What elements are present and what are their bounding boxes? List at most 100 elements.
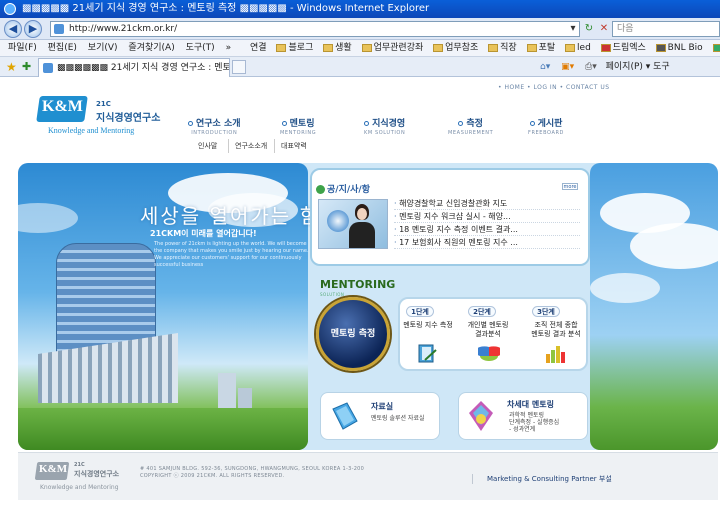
bullet-icon	[529, 121, 535, 126]
forward-icon[interactable]: ▶	[24, 20, 42, 38]
next-gen-mentoring-box[interactable]: 차세대 멘토링 과학적 멘토링 단계측정 - 실행증심 - 성과연계	[458, 392, 588, 440]
bullet-icon	[364, 121, 370, 126]
folder-icon	[488, 43, 499, 52]
footer-logo: K&M 21C 지식경영연구소 Knowledge and Mentoring	[34, 462, 120, 496]
site-icon	[655, 43, 666, 52]
nav-measurement[interactable]: 측정 MEASUREMENT	[448, 116, 493, 136]
link-work[interactable]: 직장	[488, 43, 517, 53]
footer-address: # 401 SAMJUN BLDG. 592-36, SUNGDONG, HWA…	[140, 466, 364, 480]
subnav-about[interactable]: 연구소소개	[228, 139, 273, 153]
menu-file[interactable]: 파일(F)	[8, 43, 37, 53]
mentoring-title: MENTORING	[320, 278, 396, 291]
back-icon[interactable]: ◀	[4, 20, 22, 38]
menu-view[interactable]: 보기(V)	[88, 43, 118, 53]
hero-headline: 세상을 열어가는 힘	[140, 204, 320, 228]
notice-item[interactable]: · 17 보험회사 직원의 멘토링 지수 ...	[394, 237, 580, 249]
next-gen-text: 과학적 멘토링 단계측정 - 실행증심 - 성과연계	[509, 412, 560, 433]
tab-title: ▩▩▩▩▩▩ 21세기 지식 경영 연구소 : 멘토링 ...	[57, 63, 230, 73]
pie-chart-icon	[478, 346, 500, 361]
link-blog[interactable]: 블로그	[276, 43, 313, 53]
home-icon[interactable]: ⌂▾	[540, 62, 550, 72]
menu-tools[interactable]: 도구(T)	[186, 43, 215, 53]
page-icon	[54, 24, 64, 34]
step-2-label: 2단계	[468, 306, 496, 317]
footer-partner[interactable]: Marketing & Consulting Partner 부설	[472, 474, 612, 484]
favorites-star-icon[interactable]: ★	[6, 60, 17, 74]
logo-name-top: 21C	[96, 100, 111, 108]
page-icon	[43, 63, 53, 73]
links-label: 연결	[250, 43, 267, 53]
footer-logo-name-top: 21C	[74, 462, 85, 468]
notice-item[interactable]: · 해양경찰학교 신입경찰관화 지도	[394, 198, 580, 210]
folder-icon	[433, 43, 444, 52]
stop-icon[interactable]: ✕	[597, 21, 611, 37]
sky-panel	[590, 163, 718, 450]
bullet-icon	[281, 121, 287, 126]
subnav-ceo-profile[interactable]: 대표약력	[274, 139, 313, 153]
resources-title: 자료실	[371, 402, 394, 411]
resources-box[interactable]: 자료실 멘토링 솔루션 자료실	[320, 392, 440, 440]
footer-copyright: COPYRIGHT ⓒ 2009 21CKM. ALL RIGHTS RESER…	[140, 473, 285, 479]
footer-logo-tagline: Knowledge and Mentoring	[40, 484, 119, 491]
subnav-greeting[interactable]: 인사말	[192, 139, 223, 153]
next-gen-title: 차세대 멘토링	[507, 400, 554, 409]
link-life[interactable]: 생활	[323, 43, 352, 53]
command-bar: ⌂▾ ▣▾ ⎙▾ 페이지(P) ▾ 도구	[540, 57, 720, 77]
menu-favorites[interactable]: 즐겨찾기(A)	[128, 43, 174, 53]
dropdown-icon[interactable]: ▾	[566, 21, 580, 37]
folder-icon	[323, 43, 334, 52]
nav-introduction[interactable]: 연구소 소개 INTRODUCTION	[188, 116, 241, 136]
site-logo[interactable]: K&M 21C 지식경영연구소 Knowledge and Mentoring	[36, 96, 160, 140]
resources-text: 멘토링 솔루션 자료실	[371, 415, 425, 422]
new-tab-button[interactable]	[232, 60, 246, 74]
notice-bullet-icon	[316, 185, 325, 194]
folder-icon	[332, 402, 358, 430]
mentoring-measure-label: 멘토링 측정	[330, 329, 376, 339]
add-favorites-icon[interactable]: ✚	[22, 60, 31, 73]
link-dreamx[interactable]: 드림엑스	[600, 43, 646, 53]
notice-more-button[interactable]: more	[562, 183, 578, 190]
page-menu[interactable]: 페이지(P) ▾ 도구	[606, 62, 670, 72]
bar-chart-icon	[546, 346, 565, 363]
ie-icon	[4, 3, 16, 15]
step-2-text: 개인별 멘토링 결과분석	[467, 321, 509, 338]
site-icon	[600, 43, 611, 52]
url-input[interactable]: http://www.21ckm.or.kr/	[50, 21, 580, 37]
menu-more[interactable]: »	[226, 43, 232, 53]
search-input[interactable]: 다음	[612, 21, 720, 37]
footer	[18, 452, 718, 500]
refresh-icon[interactable]: ↻	[582, 21, 596, 37]
browser-tab[interactable]: ▩▩▩▩▩▩ 21세기 지식 경영 연구소 : 멘토링 ...	[38, 58, 230, 77]
feeds-icon[interactable]: ▣▾	[561, 62, 574, 72]
footer-logo-mark: K&M	[39, 463, 68, 475]
link-lectures[interactable]: 업무관련강좌	[361, 43, 423, 53]
link-led[interactable]: led	[565, 43, 591, 53]
menu-edit[interactable]: 편집(E)	[48, 43, 77, 53]
bullet-icon	[458, 121, 464, 126]
folder-icon	[276, 43, 287, 52]
nav-km-solution[interactable]: 지식경영 KM SOLUTION	[364, 116, 405, 136]
notice-item[interactable]: · 멘토링 지수 워크샵 실시 - 해양...	[394, 211, 580, 223]
window-titlebar: ▩▩▩▩▩ 21세기 지식 경영 연구소 : 멘토링 측정 ▩▩▩▩▩ - Wi…	[0, 0, 720, 18]
link-kyobo[interactable]: kyobo	[712, 43, 720, 53]
link-reference[interactable]: 업무참조	[433, 43, 478, 53]
step-1-text: 멘토링 지수 측정	[403, 321, 453, 329]
footer-logo-name: 지식경영연구소	[74, 470, 120, 478]
print-icon[interactable]: ⎙▾	[585, 62, 597, 72]
logo-mark: K&M	[42, 98, 83, 115]
link-portal[interactable]: 포탈	[526, 43, 555, 53]
url-text: http://www.21ckm.or.kr/	[69, 24, 178, 34]
nav-freeboard[interactable]: 게시판 FREEBOARD	[528, 116, 564, 136]
book-icon	[418, 344, 437, 363]
notice-item[interactable]: · 18 멘토링 지수 측정 이벤트 결과...	[394, 224, 580, 236]
address-bar-row: ◀ ▶ http://www.21ckm.or.kr/ ▾ ↻ ✕ 다음	[0, 18, 720, 40]
notice-photo	[318, 199, 388, 249]
hero-english-text: The power of 21ckm is lighting up the wo…	[154, 241, 309, 268]
nav-mentoring[interactable]: 멘토링 MENTORING	[280, 116, 316, 136]
mentoring-subtitle: SOLUTION	[320, 292, 345, 297]
bullet-icon	[188, 121, 193, 126]
link-bnl[interactable]: BNL Bio	[655, 43, 703, 53]
folder-icon	[361, 43, 372, 52]
notice-title: 공/지/사/항	[316, 182, 370, 195]
top-links[interactable]: • HOME • LOG IN • CONTACT US	[498, 84, 610, 91]
